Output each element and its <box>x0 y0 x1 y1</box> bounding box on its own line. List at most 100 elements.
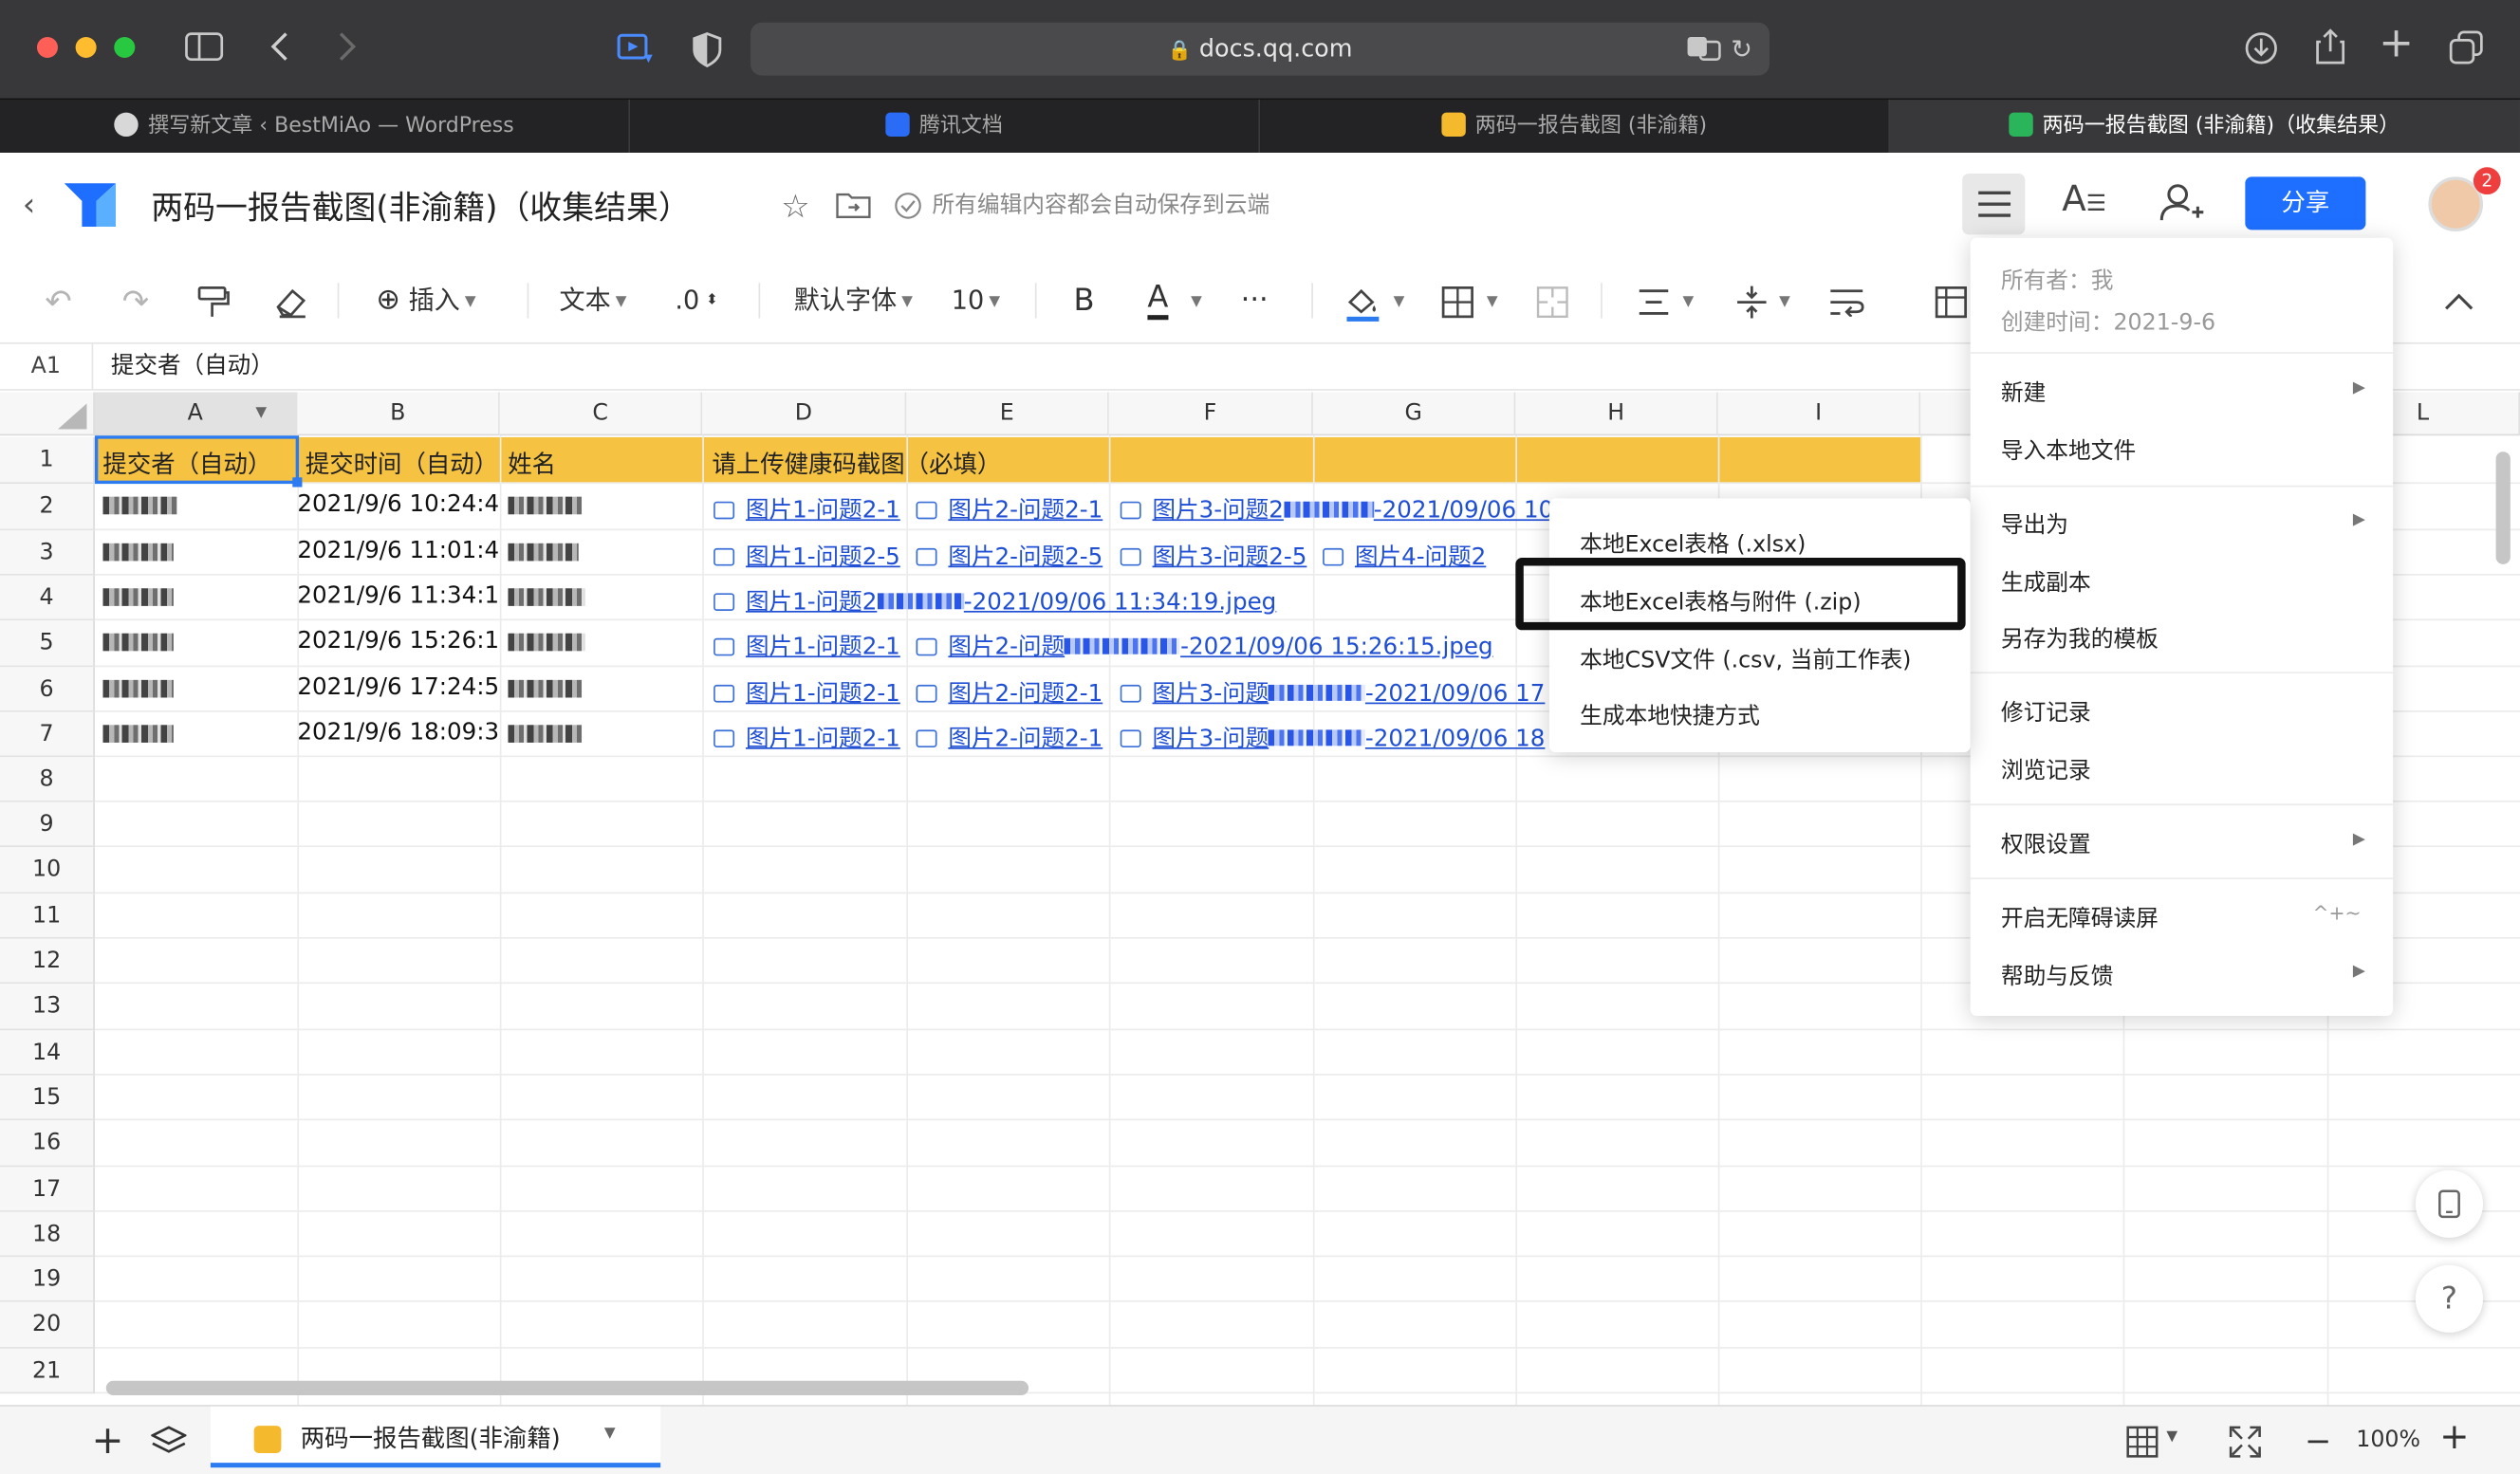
tab-tencent-docs[interactable]: 腾讯文档 <box>630 100 1261 155</box>
row-header[interactable]: 12 <box>0 938 95 985</box>
image-link-cell[interactable]: 图片4-问题2 <box>1323 539 1547 573</box>
submit-time-cell[interactable]: 2021/9/6 11:34:19 <box>297 583 499 609</box>
menu-item-copy[interactable]: 生成副本 <box>1971 551 2393 609</box>
tencent-docs-logo[interactable] <box>61 178 121 236</box>
menu-item-screen-reader[interactable]: 开启无障碍读屏 ^+~ <box>1971 887 2393 945</box>
text-color-button[interactable]: A <box>1147 280 1169 321</box>
zoom-out-icon[interactable]: − <box>2305 1421 2331 1460</box>
fill-handle[interactable] <box>292 477 303 488</box>
merge-cells-icon[interactable] <box>1536 286 1568 325</box>
row-header[interactable]: 7 <box>0 711 95 758</box>
menu-item-export[interactable]: 导出为 ▶ <box>1971 493 2393 551</box>
add-sheet-icon[interactable]: + <box>92 1418 124 1463</box>
formula-input[interactable]: 提交者（自动） <box>111 344 274 389</box>
name-cell[interactable] <box>508 540 697 565</box>
name-cell[interactable] <box>508 585 697 611</box>
submit-time-cell[interactable]: 2021/9/6 17:24:51 <box>297 675 499 701</box>
sheet-tab[interactable]: 两码一报告截图(非渝籍) ▼ <box>210 1406 661 1468</box>
fill-color-icon[interactable] <box>1343 285 1382 329</box>
zoom-window-button[interactable] <box>114 36 136 59</box>
sheet-list-icon[interactable] <box>149 1426 188 1465</box>
submitter-cell[interactable] <box>102 630 292 655</box>
sheet-options-icon[interactable]: ▼ <box>604 1426 616 1442</box>
horizontal-scrollbar[interactable] <box>105 1380 1029 1395</box>
new-tab-icon[interactable]: + <box>2379 23 2414 64</box>
forward-icon[interactable] <box>331 30 363 69</box>
menu-item-import[interactable]: 导入本地文件 <box>1971 419 2393 477</box>
header-cell-submit-time[interactable]: 提交时间（自动） <box>306 447 498 481</box>
submitter-cell[interactable] <box>102 493 292 519</box>
undo-icon[interactable]: ↶ <box>45 280 71 322</box>
wrap-text-icon[interactable] <box>1829 287 1864 322</box>
sidebar-icon[interactable] <box>183 32 225 67</box>
row-header[interactable]: 9 <box>0 801 95 848</box>
column-filter-icon[interactable]: ▼ <box>255 392 267 435</box>
image-link-cell[interactable]: 图片3-问题 -2021/09/06 18 <box>1120 720 1554 754</box>
submitter-cell[interactable] <box>102 722 292 747</box>
row-header[interactable]: 8 <box>0 757 95 802</box>
cell-reference[interactable]: A1 <box>0 343 94 390</box>
view-mode-icon[interactable] <box>2126 1426 2159 1465</box>
image-link-cell[interactable]: 图片1-问题2-1 <box>713 675 906 709</box>
select-all-corner[interactable] <box>0 392 95 436</box>
font-family-dropdown[interactable]: 默认字体 ▼ <box>794 280 913 323</box>
image-link-cell[interactable]: 图片1-问题2-5 <box>713 539 906 573</box>
image-link-cell[interactable]: 图片1-问题2-1 <box>713 629 906 663</box>
submitter-cell[interactable] <box>102 585 292 611</box>
submitter-cell[interactable] <box>102 676 292 702</box>
export-csv-item[interactable]: 本地CSV文件 (.csv, 当前工作表) <box>1549 627 1971 685</box>
row-header[interactable]: 14 <box>0 1030 95 1076</box>
star-icon[interactable]: ☆ <box>781 187 809 226</box>
add-collaborator-icon[interactable] <box>2159 181 2205 230</box>
image-link-cell[interactable]: 图片1-问题2-1 <box>713 492 906 526</box>
column-header-g[interactable]: G <box>1312 392 1516 436</box>
name-cell[interactable] <box>508 630 697 655</box>
tab-form[interactable]: 两码一报告截图 (非渝籍) <box>1260 100 1891 155</box>
column-header-i[interactable]: I <box>1717 392 1921 436</box>
view-mode-dropdown-icon[interactable]: ▼ <box>2166 1429 2177 1446</box>
vertical-scrollbar[interactable] <box>2495 451 2511 564</box>
help-icon[interactable]: ? <box>2415 1264 2484 1333</box>
row-header[interactable]: 19 <box>0 1257 95 1302</box>
redo-icon[interactable]: ↷ <box>122 280 149 322</box>
column-header-b[interactable]: B <box>297 392 500 436</box>
menu-item-save-template[interactable]: 另存为我的模板 <box>1971 608 2393 666</box>
number-format-dropdown[interactable]: 文本 ▼ <box>559 280 626 323</box>
image-link-cell[interactable]: 图片2-问题2-5 <box>916 539 1109 573</box>
submit-time-cell[interactable]: 2021/9/6 18:09:39 <box>297 720 499 746</box>
downloads-icon[interactable] <box>2244 30 2279 72</box>
row-header[interactable]: 2 <box>0 484 95 531</box>
image-link-cell[interactable]: 图片2-问题 -2021/09/06 15:26:15.jpeg <box>916 629 1528 663</box>
move-folder-icon[interactable] <box>836 190 871 225</box>
tab-wordpress[interactable]: 撰写新文章 ‹ BestMiAo — WordPress <box>0 100 631 155</box>
header-cell-name[interactable]: 姓名 <box>508 447 700 481</box>
row-header[interactable]: 11 <box>0 894 95 939</box>
column-header-c[interactable]: C <box>499 392 703 436</box>
address-bar[interactable]: 🔒 docs.qq.com ↻ <box>750 22 1770 76</box>
row-header[interactable]: 6 <box>0 667 95 712</box>
row-header[interactable]: 17 <box>0 1167 95 1212</box>
menu-item-revisions[interactable]: 修订记录 <box>1971 682 2393 740</box>
menu-item-help[interactable]: 帮助与反馈 ▶ <box>1971 945 2393 1003</box>
image-link-cell[interactable]: 图片2-问题2-1 <box>916 492 1109 526</box>
image-link-cell[interactable]: 图片1-问题2-1 <box>713 720 906 754</box>
share-button[interactable]: 分享 <box>2245 176 2366 230</box>
row-header[interactable]: 5 <box>0 620 95 668</box>
row-header[interactable]: 3 <box>0 530 95 576</box>
row-header[interactable]: 20 <box>0 1301 95 1349</box>
reload-icon[interactable]: ↻ <box>1731 34 1752 64</box>
minimize-window-button[interactable] <box>75 36 97 59</box>
insert-menu-button[interactable]: ⊕ 插入 ▼ <box>376 280 475 323</box>
image-link-cell[interactable]: 图片3-问题2 -2021/09/06 10 <box>1120 492 1554 526</box>
shield-icon[interactable] <box>691 32 723 74</box>
row-header[interactable]: 21 <box>0 1348 95 1394</box>
decimal-stepper[interactable]: .0 ⬍ <box>675 280 717 322</box>
zoom-level[interactable]: 100% <box>2356 1428 2420 1453</box>
row-header[interactable]: 18 <box>0 1211 95 1258</box>
tab-overview-icon[interactable] <box>2449 30 2484 72</box>
translate-icon[interactable] <box>1686 35 1721 67</box>
row-header[interactable]: 10 <box>0 847 95 894</box>
back-icon[interactable] <box>264 30 296 69</box>
format-painter-icon[interactable] <box>196 286 232 325</box>
menu-item-view-history[interactable]: 浏览记录 <box>1971 740 2393 798</box>
